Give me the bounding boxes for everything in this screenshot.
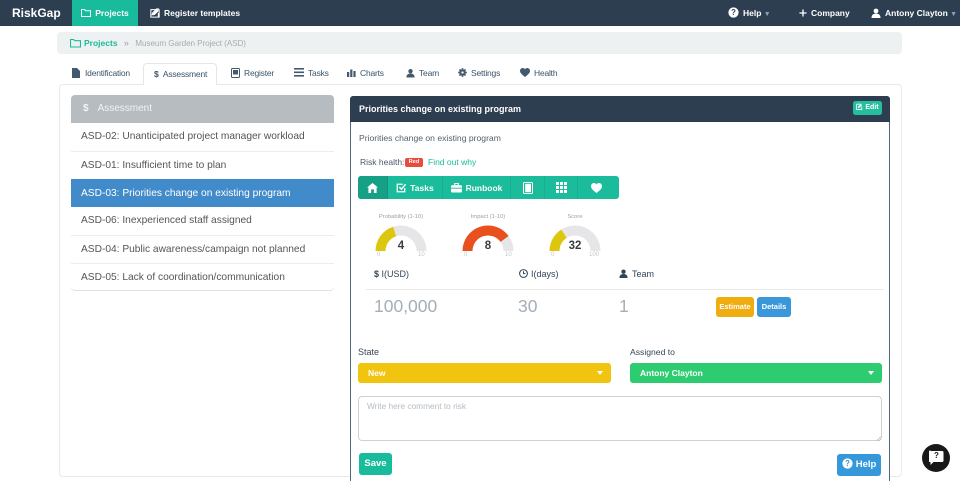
svg-text:?: ? — [731, 8, 736, 17]
svg-text:?: ? — [845, 459, 850, 468]
